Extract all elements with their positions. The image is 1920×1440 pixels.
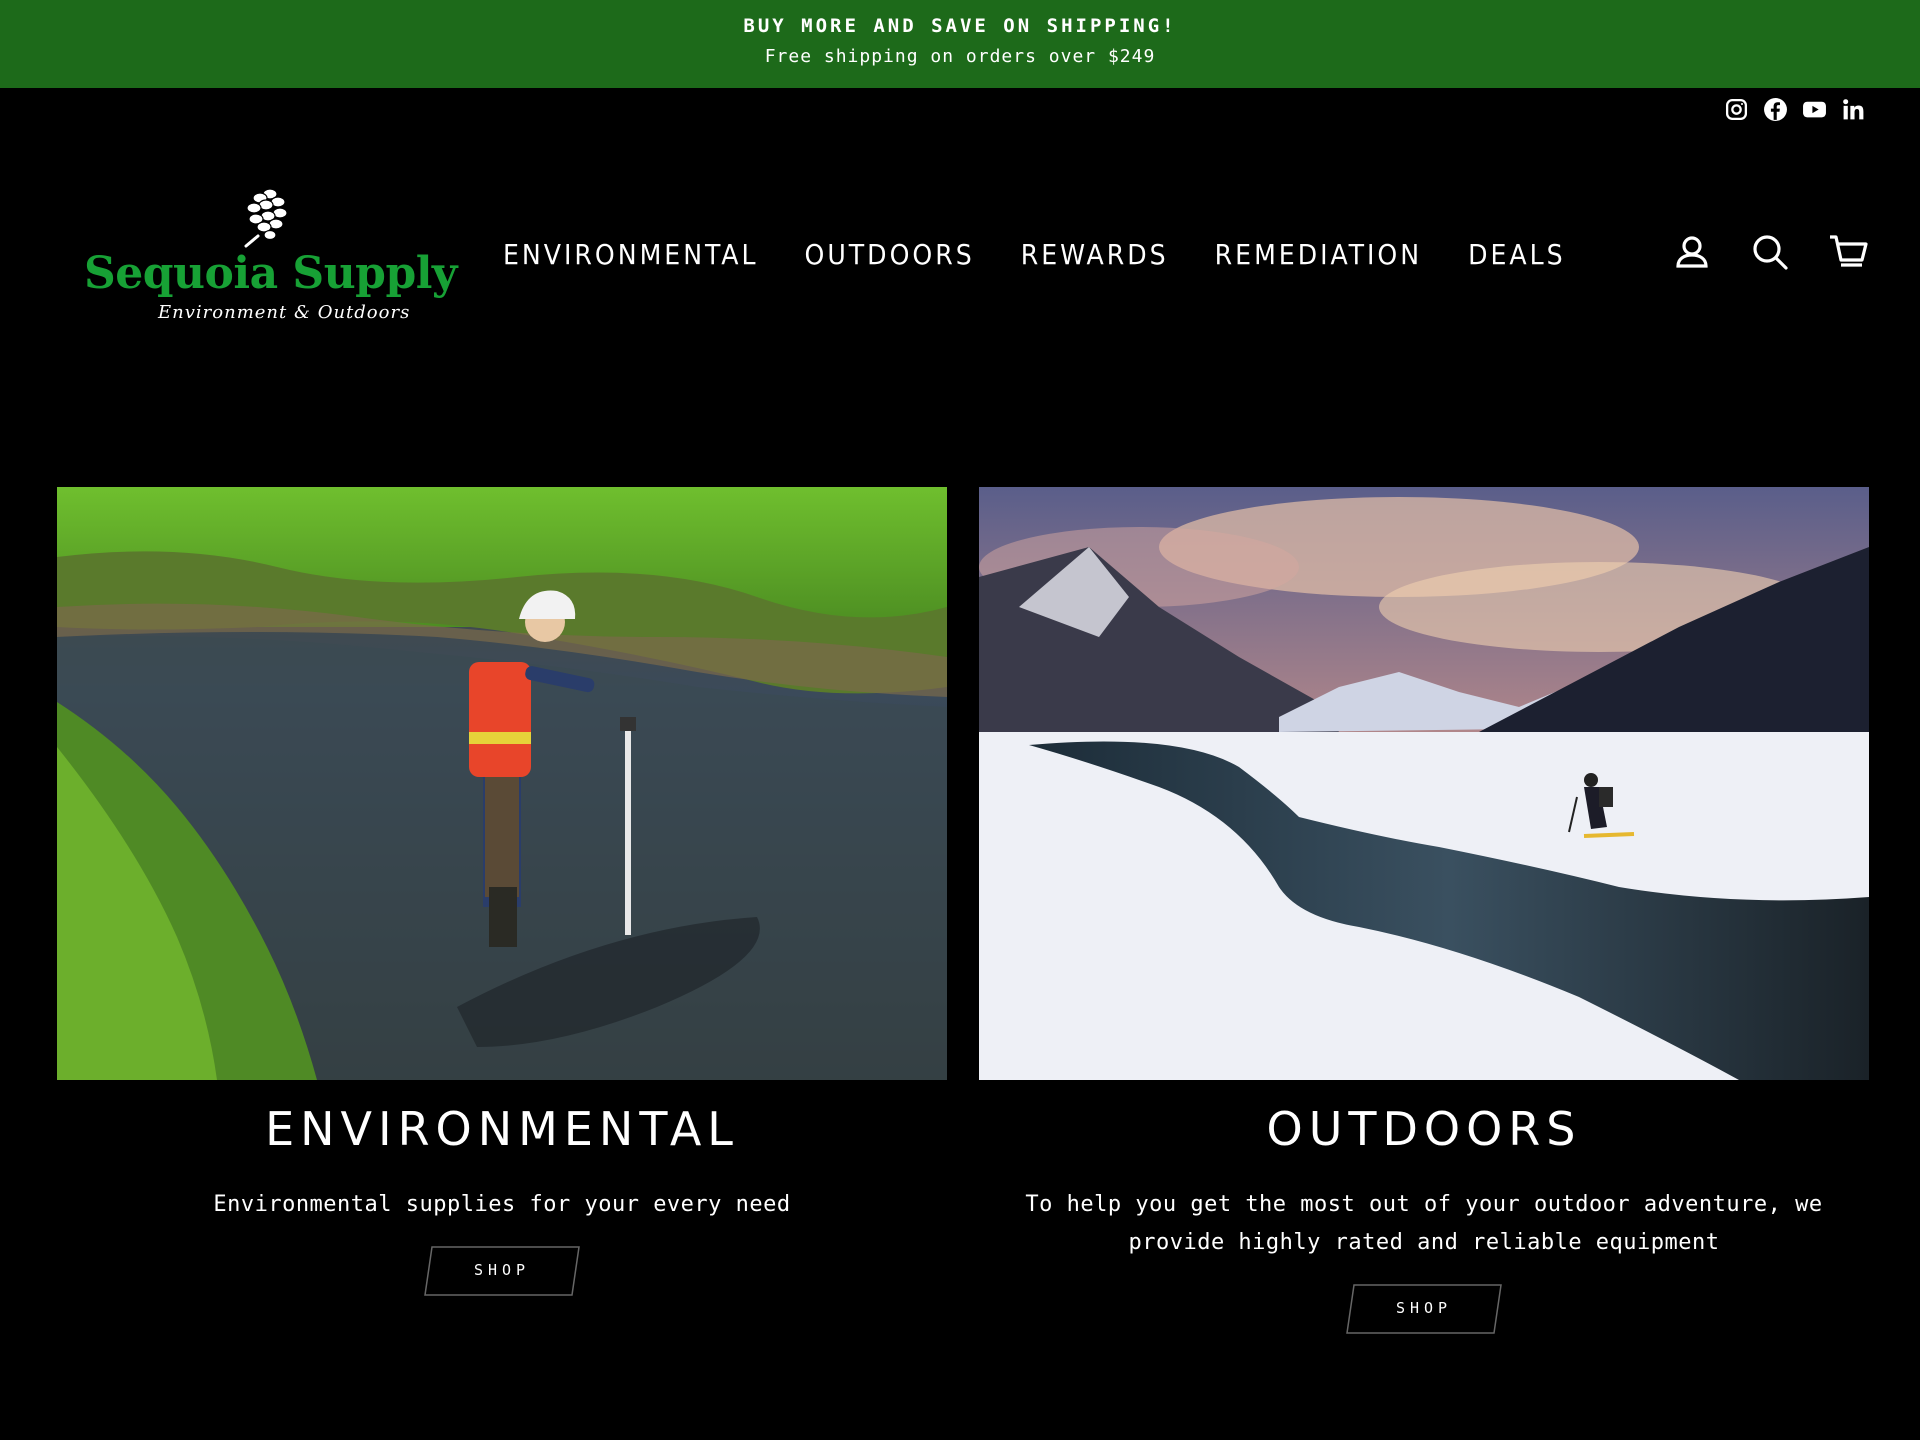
cart-icon[interactable] [1828,232,1868,272]
announcement-title: BUY MORE AND SAVE ON SHIPPING! [743,15,1177,37]
logo-tagline: Environment & Outdoors [158,302,411,323]
facebook-icon[interactable] [1763,97,1788,122]
announcement-bar: BUY MORE AND SAVE ON SHIPPING! Free ship… [0,0,1920,88]
nav-item-environmental[interactable]: ENVIRONMENTAL [503,238,759,271]
site-logo[interactable]: Sequoia Supply Environment & Outdoors [84,186,458,326]
shop-button-label: SHOP [1395,1299,1453,1317]
account-icon[interactable] [1672,232,1712,272]
nav-item-remediation[interactable]: REMEDIATION [1215,238,1422,271]
nav-item-rewards[interactable]: REWARDS [1021,238,1169,271]
announcement-subtitle: Free shipping on orders over $249 [764,46,1156,67]
header-actions [1672,232,1868,272]
shop-button-outdoors[interactable]: SHOP [1346,1284,1502,1334]
youtube-icon[interactable] [1802,97,1827,122]
promo-text: To help you get the most out of your out… [1025,1192,1823,1255]
shop-button-environmental[interactable]: SHOP [424,1246,580,1296]
main-nav: ENVIRONMENTAL OUTDOORS REWARDS REMEDIATI… [503,238,1566,271]
pinecone-icon [244,188,288,248]
shop-button-label: SHOP [473,1261,531,1279]
promo-title: OUTDOORS [1266,1102,1582,1156]
promo-title: ENVIRONMENTAL [265,1102,739,1156]
logo-name: Sequoia Supply [84,248,458,299]
environmental-image[interactable] [57,487,947,1080]
social-links [1724,97,1866,122]
nav-item-outdoors[interactable]: OUTDOORS [805,238,975,271]
promo-card-environmental: ENVIRONMENTAL Environmental supplies for… [57,487,947,1296]
outdoors-image[interactable] [979,487,1869,1080]
promo-text: Environmental supplies for your every ne… [213,1192,791,1217]
instagram-icon[interactable] [1724,97,1749,122]
promo-card-outdoors: OUTDOORS To help you get the most out of… [979,487,1869,1334]
nav-item-deals[interactable]: DEALS [1468,238,1566,271]
search-icon[interactable] [1750,232,1790,272]
linkedin-icon[interactable] [1841,97,1866,122]
